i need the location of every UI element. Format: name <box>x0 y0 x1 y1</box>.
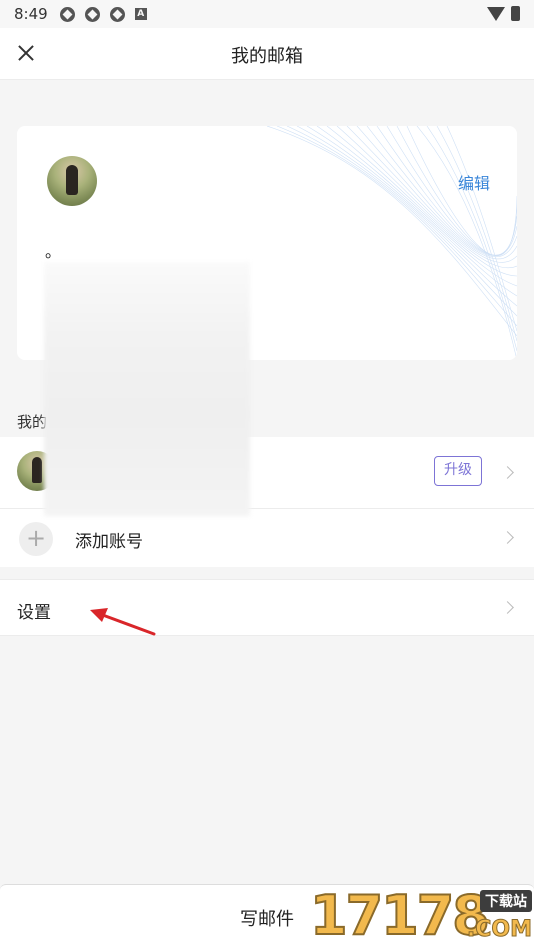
chevron-right-icon <box>501 531 514 544</box>
edit-profile-link[interactable]: 编辑 <box>458 170 490 194</box>
privacy-blur-overlay <box>44 262 250 516</box>
battery-icon <box>511 6 520 21</box>
card-decorative-pattern <box>267 126 517 360</box>
chevron-right-icon <box>501 601 514 614</box>
compose-button-label: 写邮件 <box>240 909 294 930</box>
compose-bar[interactable]: 写邮件 <box>0 884 534 950</box>
status-bar: 8:49 A <box>0 0 534 28</box>
app-notification-icon <box>59 6 75 22</box>
plus-icon: + <box>19 522 53 556</box>
upgrade-button[interactable]: 升级 <box>434 456 482 486</box>
a-notification-icon: A <box>134 8 147 20</box>
app-notification-icon <box>109 6 125 22</box>
status-time: 8:49 <box>14 5 48 23</box>
red-annotation-arrow-icon <box>90 608 156 636</box>
settings-row[interactable]: 设置 <box>0 579 534 636</box>
add-account-row[interactable]: + 添加账号 <box>0 509 534 567</box>
top-nav-bar: 我的邮箱 <box>0 28 534 80</box>
wifi-icon <box>487 6 505 21</box>
app-notification-icon <box>84 6 100 22</box>
profile-avatar[interactable] <box>47 156 97 206</box>
profile-name-mark: 。 <box>45 242 62 261</box>
accounts-section-label: 我的 <box>17 413 48 431</box>
chevron-right-icon <box>501 466 514 479</box>
page-title: 我的邮箱 <box>231 46 303 67</box>
add-account-label: 添加账号 <box>75 532 143 552</box>
settings-label: 设置 <box>17 603 51 623</box>
status-right <box>487 6 520 21</box>
